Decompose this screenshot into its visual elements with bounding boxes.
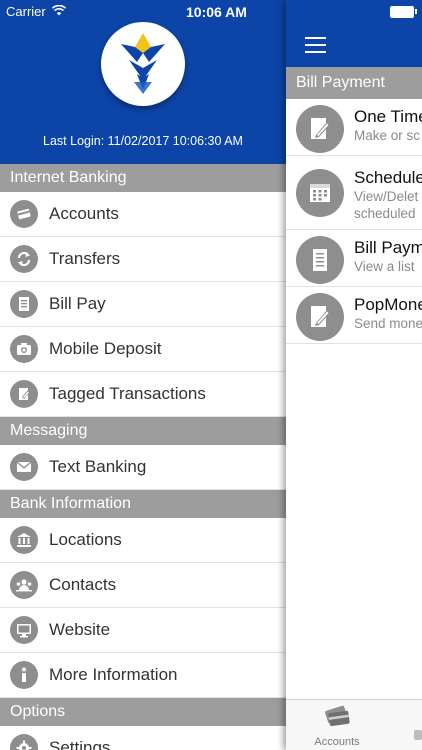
bill-payment-item-history[interactable]: Bill Paym View a list	[286, 230, 422, 287]
hamburger-line	[305, 44, 326, 46]
envelope-icon	[10, 453, 38, 481]
card-icon	[10, 200, 38, 228]
item-subtitle: Send mone	[354, 316, 422, 331]
item-title: One Time	[354, 107, 422, 126]
gear-icon	[10, 734, 38, 750]
monitor-icon	[10, 616, 38, 644]
item-subtitle: View a list	[354, 259, 415, 274]
item-title: Schedule	[354, 168, 422, 187]
transfer-icon	[10, 245, 38, 273]
bill-payment-item-popmoney[interactable]: PopMone Send mone	[286, 287, 422, 344]
tab-partial-icon[interactable]	[414, 730, 422, 740]
menu-item-transfers[interactable]: Transfers	[0, 237, 286, 282]
menu-item-label: Text Banking	[49, 457, 147, 476]
menu-item-tagged-transactions[interactable]: Tagged Transactions	[0, 372, 286, 417]
bill-payment-item-scheduled[interactable]: Schedule View/Delet scheduled	[286, 156, 422, 230]
item-title: Bill Paym	[354, 238, 422, 257]
menu-item-locations[interactable]: Locations	[0, 518, 286, 563]
calendar-icon	[296, 169, 344, 217]
section-header-bill-payment: Bill Payment	[286, 67, 422, 99]
menu-item-label: Contacts	[49, 575, 117, 594]
menu-item-label: Transfers	[49, 249, 121, 268]
menu-item-accounts[interactable]: Accounts	[0, 192, 286, 237]
section-header-bank-information: Bank Information	[0, 490, 286, 518]
bill-payment-item-one-time[interactable]: One Time Make or sc	[286, 99, 422, 156]
menu-item-label: Settings	[49, 738, 111, 750]
contacts-icon	[10, 571, 38, 599]
last-login-text: Last Login: 11/02/2017 10:06:30 AM	[43, 134, 243, 148]
navigation-bar	[286, 0, 422, 67]
bank-icon	[10, 526, 38, 554]
info-icon	[10, 661, 38, 689]
item-subtitle: View/Delet	[354, 189, 419, 204]
edit-document-icon	[296, 293, 344, 341]
status-carrier-group: Carrier	[6, 4, 66, 19]
cards-icon	[325, 705, 350, 727]
menu-item-bill-pay[interactable]: Bill Pay	[0, 282, 286, 327]
document-list-icon	[296, 236, 344, 284]
side-menu-drawer: Carrier 10:06 AM Last Login: 11/02/2017 …	[0, 0, 286, 750]
item-title: PopMone	[354, 295, 422, 314]
menu-item-label: Accounts	[49, 204, 119, 223]
document-icon	[10, 290, 38, 318]
menu-item-label: More Information	[49, 665, 178, 684]
menu-item-contacts[interactable]: Contacts	[0, 563, 286, 608]
section-header-options: Options	[0, 698, 286, 726]
menu-item-label: Website	[49, 620, 111, 639]
status-time: 10:06 AM	[186, 4, 247, 20]
menu-item-mobile-deposit[interactable]: Mobile Deposit	[0, 327, 286, 372]
hamburger-menu-button[interactable]	[305, 37, 326, 53]
drawer-header: Carrier 10:06 AM Last Login: 11/02/2017 …	[0, 0, 286, 164]
tab-label: Accounts	[314, 736, 360, 748]
main-content-panel: Bill Payment One Time Make or sc Schedul…	[286, 0, 422, 750]
drawer-menu-list: Internet Banking Accounts Transfers Bill…	[0, 164, 286, 750]
section-header-internet-banking: Internet Banking	[0, 164, 286, 192]
bank-logo	[101, 22, 185, 106]
menu-item-label: Tagged Transactions	[49, 384, 206, 403]
menu-item-label: Mobile Deposit	[49, 339, 162, 358]
menu-item-website[interactable]: Website	[0, 608, 286, 653]
camera-icon	[10, 335, 38, 363]
menu-item-settings[interactable]: Settings	[0, 726, 286, 750]
tab-bar: Accounts	[286, 699, 422, 750]
item-subtitle-line2: scheduled	[354, 206, 416, 221]
section-header-messaging: Messaging	[0, 417, 286, 445]
menu-item-label: Bill Pay	[49, 294, 106, 313]
hamburger-line	[305, 37, 326, 39]
battery-icon	[390, 6, 417, 18]
item-subtitle: Make or sc	[354, 128, 421, 143]
menu-item-label: Locations	[49, 530, 122, 549]
tab-accounts[interactable]: Accounts	[300, 702, 374, 748]
tag-icon	[10, 380, 38, 408]
edit-document-icon	[296, 105, 344, 153]
hamburger-line	[305, 51, 326, 53]
carrier-label: Carrier	[6, 4, 46, 19]
menu-item-more-information[interactable]: More Information	[0, 653, 286, 698]
menu-item-text-banking[interactable]: Text Banking	[0, 445, 286, 490]
wifi-icon	[51, 4, 66, 19]
